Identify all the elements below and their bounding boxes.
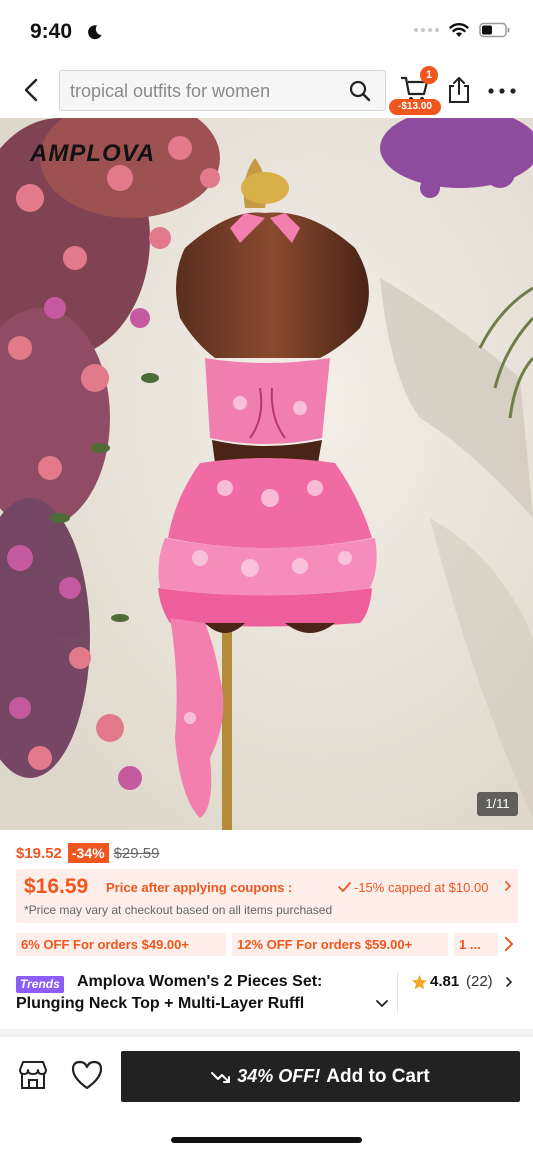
moon-icon — [88, 25, 102, 40]
discount-badge: -34% — [67, 843, 109, 863]
promo-tags: 6% OFF For orders $49.00+ 12% OFF For or… — [16, 933, 518, 956]
bottom-action-bar: 34% OFF! Add to Cart — [0, 1040, 533, 1112]
product-image[interactable]: AMPLOVA 1/11 — [0, 118, 533, 830]
section-divider — [0, 1029, 533, 1037]
battery-icon — [479, 22, 510, 38]
wifi-icon — [449, 23, 469, 37]
chevron-down-icon[interactable] — [376, 1000, 388, 1008]
promo-tag[interactable]: 12% OFF For orders $59.00+ — [232, 933, 448, 956]
back-icon[interactable] — [18, 76, 46, 104]
original-price: $29.59 — [113, 844, 160, 862]
status-indicators — [414, 22, 511, 38]
star-icon — [412, 975, 427, 990]
search-icon[interactable] — [349, 80, 371, 102]
cart-count-badge: 1 — [420, 66, 438, 84]
coupon-label: Price after applying coupons : — [106, 880, 293, 895]
chevron-right-icon — [505, 881, 512, 891]
status-time: 9:40 — [30, 20, 73, 43]
coupon-note: *Price may vary at checkout based on all… — [24, 903, 333, 917]
home-indicator — [171, 1137, 362, 1143]
product-photo-illustration — [0, 118, 533, 830]
cellular-signal-icon — [414, 28, 439, 32]
image-counter: 1/11 — [477, 792, 518, 816]
chevron-right-icon[interactable] — [504, 936, 514, 952]
rating-value[interactable]: 4.81 — [430, 973, 459, 990]
search-query: tropical outfits for women — [70, 81, 271, 101]
price-row: $19.52 -34% $29.59 — [16, 842, 159, 864]
coupon-price-box[interactable]: $16.59 Price after applying coupons : -1… — [16, 869, 518, 923]
coupon-cap-text: -15% capped at $10.00 — [354, 880, 489, 895]
share-icon[interactable] — [446, 76, 472, 104]
heart-icon[interactable] — [70, 1059, 104, 1091]
coupon-price: $16.59 — [24, 875, 89, 898]
promo-tag[interactable]: 6% OFF For orders $49.00+ — [16, 933, 226, 956]
promo-tag[interactable]: 1 ... — [454, 933, 498, 956]
brand-watermark: AMPLOVA — [30, 140, 156, 167]
more-options-icon[interactable] — [487, 86, 517, 96]
cta-discount: 34% OFF! — [237, 1066, 321, 1086]
product-title-row: Trends Amplova Women's 2 Pieces Set: Plu… — [16, 972, 518, 1018]
trend-down-icon — [211, 1071, 231, 1083]
current-price: $19.52 — [16, 844, 62, 862]
cta-label: Add to Cart — [326, 1065, 430, 1087]
cart-discount-badge: -$13.00 — [389, 99, 441, 115]
search-header: tropical outfits for women 1 -$13.00 — [0, 62, 533, 118]
review-count[interactable]: (22) — [466, 973, 493, 990]
add-to-cart-button[interactable]: 34% OFF! Add to Cart — [121, 1051, 520, 1102]
store-icon[interactable] — [16, 1058, 50, 1092]
status-bar: 9:40 — [0, 0, 533, 62]
product-title-continued[interactable]: Plunging Neck Top + Multi-Layer Ruffl — [16, 995, 374, 1013]
divider — [397, 972, 398, 1014]
search-input[interactable]: tropical outfits for women — [59, 70, 386, 111]
chevron-right-icon[interactable] — [505, 976, 513, 988]
trends-badge: Trends — [16, 976, 64, 993]
check-icon — [338, 882, 351, 892]
product-title[interactable]: Amplova Women's 2 Pieces Set: — [77, 973, 322, 991]
